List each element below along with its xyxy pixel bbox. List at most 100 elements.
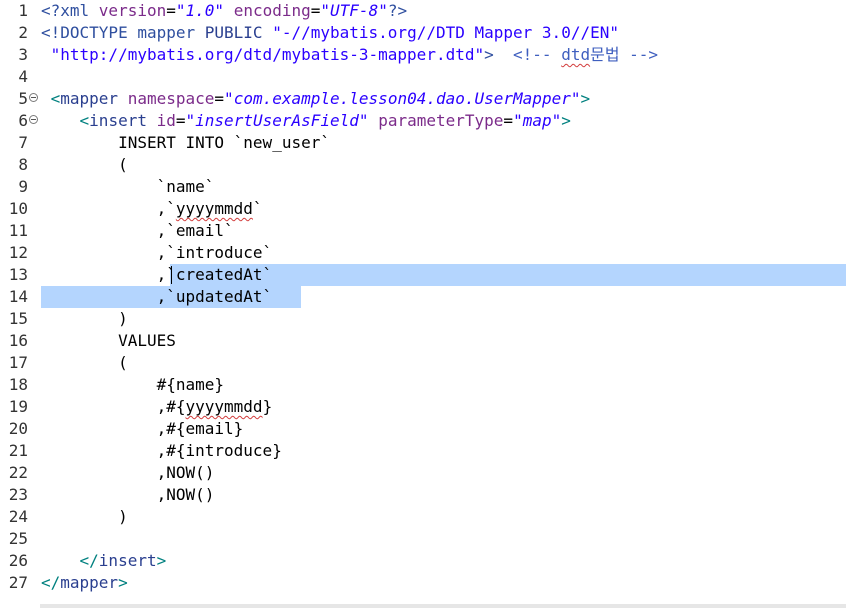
code-editor[interactable]: 1 <?xml version="1.0" encoding="UTF-8"?> 2… [0,0,846,608]
code-token: xml [60,1,99,20]
code-line[interactable]: 8 ( [0,154,846,176]
code-line[interactable]: 3 "http://mybatis.org/dtd/mybatis-3-mapp… [0,44,846,66]
code-text[interactable]: ) [41,308,846,330]
code-line[interactable]: 12 ,`introduce` [0,242,846,264]
code-token: INSERT INTO `new_user` [41,133,330,152]
code-token: ( [41,155,128,174]
code-text[interactable]: ,NOW() [41,462,846,484]
code-token: > [156,551,167,570]
code-line[interactable]: 20 ,#{email} [0,418,846,440]
code-token: insert [89,111,157,130]
code-text[interactable]: "http://mybatis.org/dtd/mybatis-3-mapper… [41,44,846,66]
code-token: #{name} [41,375,225,394]
code-token: 1.0 [185,1,215,20]
code-token: < [41,89,61,108]
code-line[interactable]: 18 #{name} [0,374,846,396]
code-lines[interactable]: 1 <?xml version="1.0" encoding="UTF-8"?> 2… [0,0,846,594]
code-token: UTF-8 [330,1,379,20]
code-token: <!DOCTYPE mapper [41,23,205,42]
code-text[interactable] [41,66,846,88]
fold-collapse-icon[interactable] [29,93,38,102]
code-text[interactable]: ,#{introduce} [41,440,846,462]
code-text[interactable]: ,`updatedAt` [41,286,846,308]
code-line[interactable]: 7 INSERT INTO `new_user` [0,132,846,154]
code-line[interactable]: 14 ,`updatedAt` [0,286,846,308]
code-line[interactable]: 2 <!DOCTYPE mapper PUBLIC "-//mybatis.org… [0,22,846,44]
code-text[interactable]: ,NOW() [41,484,846,506]
line-number: 20 [8,419,28,438]
code-token: ,#{ [41,397,186,416]
code-text[interactable]: ,#{yyyymmdd} [41,396,846,418]
line-number: 25 [8,529,28,548]
code-line[interactable]: 16 VALUES [0,330,846,352]
code-text[interactable]: ,`introduce` [41,242,846,264]
code-text[interactable]: ,`createdAt` [41,264,846,286]
code-line[interactable]: 5 <mapper namespace="com.example.lesson0… [0,88,846,110]
code-text[interactable]: VALUES [41,330,846,352]
code-token: <!-- [513,45,562,64]
code-line[interactable]: 24 ) [0,506,846,528]
code-line[interactable]: 6 <insert id="insertUserAsField" paramet… [0,110,846,132]
code-text[interactable]: <?xml version="1.0" encoding="UTF-8"?> [41,0,846,22]
code-line[interactable]: 4 [0,66,846,88]
code-token: ) [41,507,128,526]
code-token: ,`email` [41,221,234,240]
code-text[interactable]: ,`email` [41,220,846,242]
code-text[interactable]: ( [41,154,846,176]
code-token: ,NOW() [41,463,215,482]
code-line[interactable]: 9 `name` [0,176,846,198]
code-token: = [166,1,176,20]
code-text[interactable]: ,#{email} [41,418,846,440]
code-token: " [513,111,523,130]
line-number: 9 [18,177,28,196]
code-text[interactable]: </insert> [41,550,846,572]
code-text[interactable]: ,`yyyymmdd` [41,198,846,220]
code-token: </ [41,573,61,592]
code-line[interactable]: 21 ,#{introduce} [0,440,846,462]
line-number: 4 [18,67,28,86]
code-token: " [224,89,234,108]
code-line[interactable]: 26 </insert> [0,550,846,572]
code-line[interactable]: 1 <?xml version="1.0" encoding="UTF-8"?> [0,0,846,22]
code-token: </ [41,551,99,570]
code-token: com.example.lesson04.dao.UserMapper [233,89,571,108]
code-line[interactable]: 11 ,`email` [0,220,846,242]
spelling-error-token: yyyymmdd [175,199,253,218]
line-number: 3 [18,45,28,64]
code-text[interactable]: `name` [41,176,846,198]
code-text[interactable]: #{name} [41,374,846,396]
line-number: 10 [8,199,28,218]
code-token: ` [252,199,263,218]
code-token: " [214,1,234,20]
code-line[interactable]: 15 ) [0,308,846,330]
code-line[interactable]: 13 ,`createdAt` [0,264,846,286]
line-number: 23 [8,485,28,504]
code-line[interactable]: 25 [0,528,846,550]
code-token: PUBLIC [204,23,273,42]
code-line[interactable]: 27 </mapper> [0,572,846,594]
code-line[interactable]: 23 ,NOW() [0,484,846,506]
horizontal-scrollbar[interactable] [40,604,846,608]
code-line[interactable]: 10 ,`yyyymmdd` [0,198,846,220]
code-token: = [175,111,186,130]
code-token: mapper [60,573,119,592]
line-number: 8 [18,155,28,174]
line-number: 27 [8,573,28,592]
code-text[interactable]: ( [41,352,846,374]
code-token: `name` [41,177,215,196]
code-token: encoding [233,1,311,20]
code-text[interactable]: <insert id="insertUserAsField" parameter… [41,110,846,132]
code-text[interactable]: <!DOCTYPE mapper PUBLIC "-//mybatis.org/… [41,22,846,44]
code-text[interactable]: INSERT INTO `new_user` [41,132,846,154]
code-text[interactable] [41,528,846,550]
code-text[interactable]: <mapper namespace="com.example.lesson04.… [41,88,846,110]
code-text[interactable]: ) [41,506,846,528]
code-token: <? [41,1,61,20]
code-line[interactable]: 22 ,NOW() [0,462,846,484]
code-token: = [214,89,225,108]
code-line[interactable]: 19 ,#{yyyymmdd} [0,396,846,418]
fold-collapse-icon[interactable] [29,115,38,124]
code-token: = [310,1,321,20]
code-line[interactable]: 17 ( [0,352,846,374]
code-text[interactable]: </mapper> [41,572,846,594]
